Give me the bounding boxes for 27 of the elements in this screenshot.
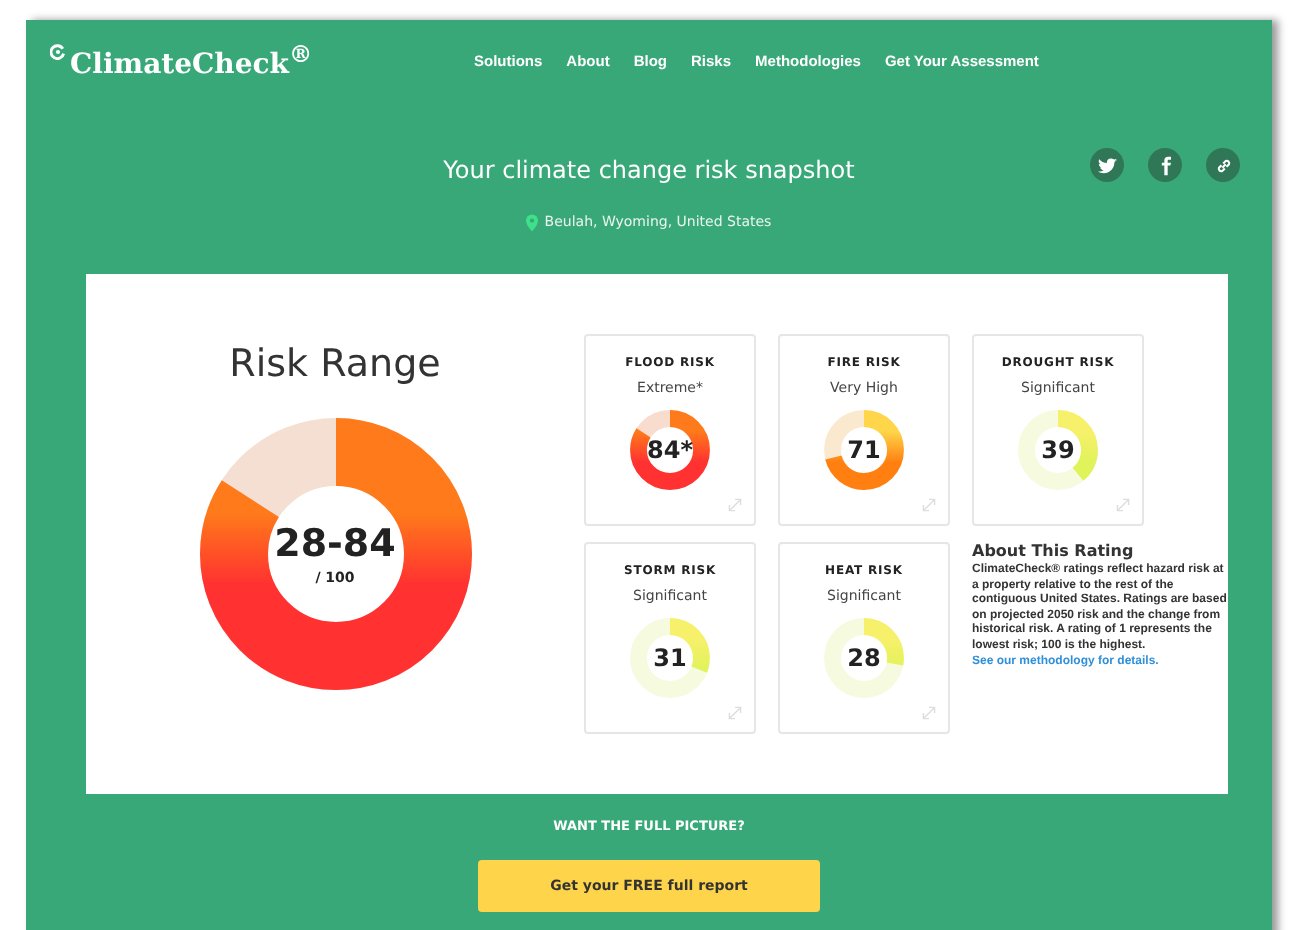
- risk-score: 84*: [647, 438, 693, 462]
- section-title: Risk Range: [229, 342, 441, 386]
- logo-icon: [50, 44, 66, 60]
- risk-score: 31: [653, 646, 687, 670]
- link-button[interactable]: [1206, 148, 1240, 182]
- expand-icon[interactable]: [922, 498, 936, 512]
- map-pin-icon: [526, 213, 539, 231]
- link-icon: [1213, 155, 1233, 175]
- expand-icon[interactable]: [728, 498, 742, 512]
- expand-icon[interactable]: [1116, 498, 1130, 512]
- risk-gauge: [1016, 408, 1100, 492]
- about-title: About This Rating: [972, 542, 1136, 560]
- risk-gauge: [628, 408, 712, 492]
- risk-range-value: 28-84: [274, 522, 396, 566]
- logo[interactable]: ClimateCheck$^{®}$: [70, 39, 313, 81]
- risk-score: 39: [1041, 438, 1075, 462]
- risk-gauge: [822, 408, 906, 492]
- page-title: Your climate change risk snapshot: [443, 156, 855, 184]
- risk-score: 28: [847, 646, 881, 670]
- facebook-button[interactable]: [1148, 148, 1182, 182]
- twitter-button[interactable]: [1090, 148, 1124, 182]
- expand-icon[interactable]: [728, 706, 742, 720]
- risk-gauge: [822, 616, 906, 700]
- bird-icon: [1097, 155, 1117, 175]
- risk-score: 71: [847, 438, 881, 462]
- risk-gauge: [628, 616, 712, 700]
- expand-icon[interactable]: [922, 706, 936, 720]
